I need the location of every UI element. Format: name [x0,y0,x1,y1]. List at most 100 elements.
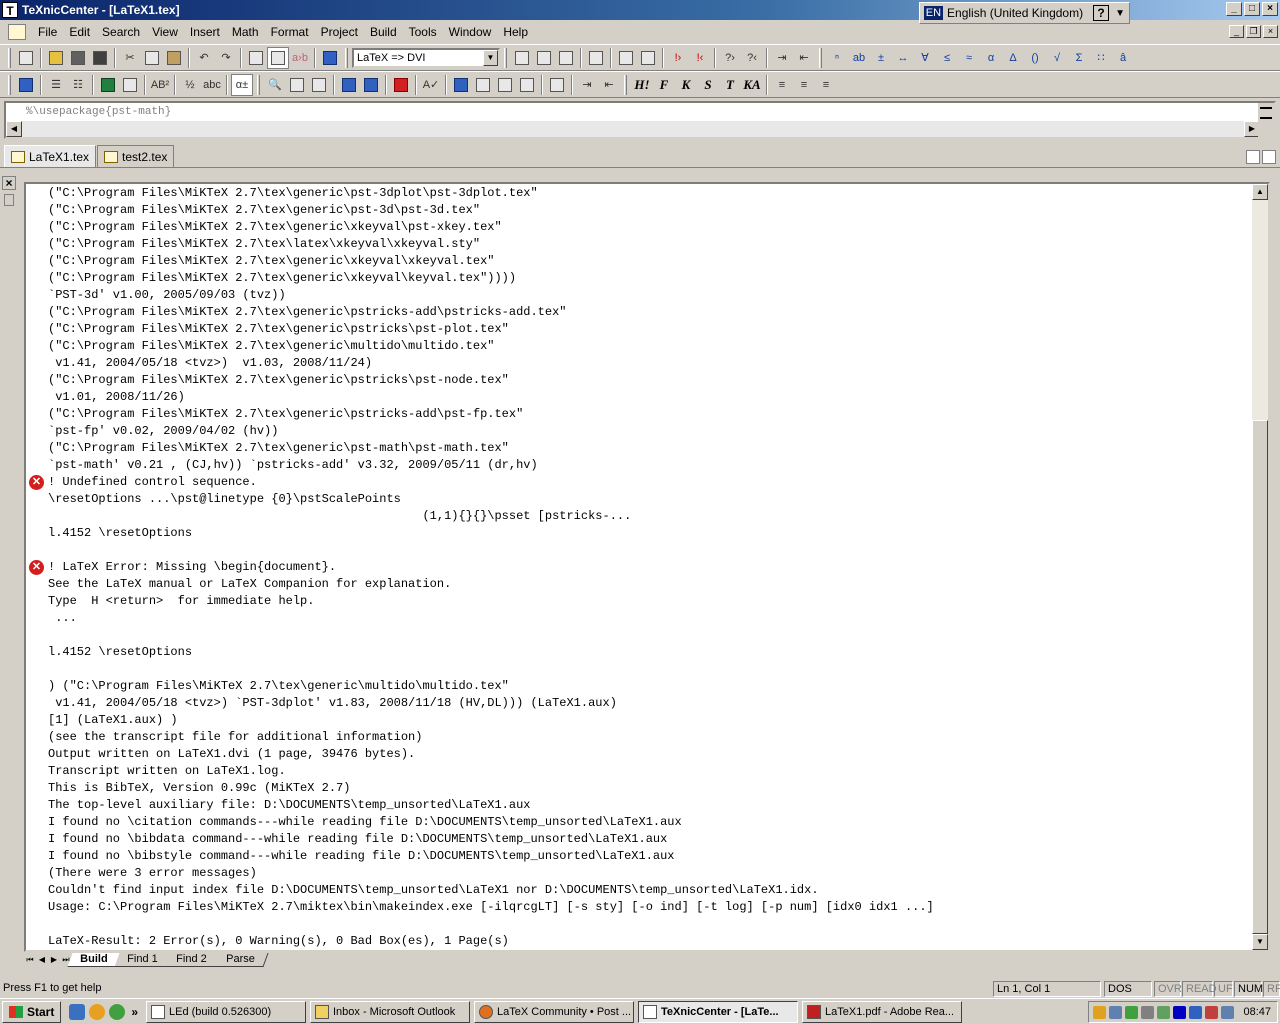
math-symbol-icon[interactable]: ∀ [914,47,936,69]
maximize-button[interactable]: □ [1244,2,1260,16]
task-adobe-reader[interactable]: LaTeX1.pdf - Adobe Rea... [802,1001,962,1023]
task-outlook[interactable]: Inbox - Microsoft Outlook [310,1001,470,1023]
toolbar-grip[interactable] [624,74,627,95]
task-browser[interactable]: LaTeX Community • Post ... [474,1001,634,1023]
copy-icon[interactable] [141,47,163,69]
pane-grip-icon[interactable] [4,194,14,206]
bookmark-next-icon[interactable] [338,74,360,96]
output-error-line[interactable]: ✕ ! LaTeX Error: Missing \begin{document}… [26,559,1254,576]
math-symbol-icon[interactable]: α [980,47,1002,69]
new-file-icon[interactable] [15,47,37,69]
math-symbol-icon[interactable]: ≈ [958,47,980,69]
chevron-down-icon[interactable]: ▼ [483,49,498,66]
task-led[interactable]: LEd (build 0.526300) [146,1001,306,1023]
toggle-bookmark-icon[interactable] [450,74,472,96]
find-next-icon[interactable] [286,74,308,96]
numbered-list-icon[interactable]: ☷ [67,74,89,96]
editor-split-handle[interactable] [1258,103,1274,137]
previous-warning-icon[interactable]: ?‹ [741,47,763,69]
math-abc-icon[interactable]: abc [201,74,223,96]
close-button[interactable]: × [1262,2,1278,16]
math-symbol-icon[interactable]: ↔ [892,47,914,69]
editor-line[interactable]: %\usepackage{pst-math} [26,106,171,118]
stop-build-icon[interactable] [637,47,659,69]
math-symbol-icon[interactable]: â [1112,47,1134,69]
doc-close-button[interactable]: × [1263,25,1278,38]
task-texniccenter[interactable]: TeXnicCenter - [LaTe... [638,1001,798,1023]
indent-icon[interactable]: ⇥ [576,74,598,96]
menu-tools[interactable]: Tools [403,23,443,41]
document-icon[interactable] [8,24,26,40]
more-chevron-icon[interactable]: » [131,1005,138,1019]
superscript-icon[interactable]: AB² [149,74,171,96]
replace-icon[interactable]: a›b [289,47,311,69]
build-icon[interactable] [511,47,533,69]
tray-icon[interactable] [1221,1005,1234,1019]
project-icon[interactable] [319,47,341,69]
tray-icon[interactable] [1093,1005,1106,1019]
close-pane-icon[interactable]: × [2,176,16,190]
output-vertical-scrollbar[interactable]: ▲ ▼ [1252,184,1268,950]
tray-icon[interactable] [1205,1005,1218,1019]
doc-minimize-button[interactable]: _ [1229,25,1244,38]
previous-tab-icon[interactable]: ◀ [36,954,48,966]
math-symbol-icon[interactable]: Δ [1002,47,1024,69]
slanted-button[interactable]: S [697,74,719,96]
toolbar-grip[interactable] [345,47,348,68]
math-symbol-icon[interactable]: () [1024,47,1046,69]
toolbar-grip[interactable] [8,74,11,95]
clear-bookmarks-icon[interactable] [516,74,538,96]
first-tab-icon[interactable]: ⏮ [24,954,36,966]
quick-launch-app-icon[interactable] [109,1003,126,1020]
menu-build[interactable]: Build [364,23,403,41]
clean-icon[interactable] [555,47,577,69]
toolbar-grip[interactable] [257,74,260,95]
tab-parse[interactable]: Parse [213,953,268,967]
menu-help[interactable]: Help [497,23,534,41]
save-all-icon[interactable] [89,47,111,69]
go-to-icon[interactable] [546,74,568,96]
math-mode-icon[interactable]: α± [231,73,253,96]
bold-button[interactable]: F [653,74,675,96]
spellcheck-icon[interactable]: A✓ [420,74,442,96]
undo-icon[interactable]: ↶ [193,47,215,69]
paste-icon[interactable] [163,47,185,69]
find-in-files-icon[interactable] [267,46,289,69]
tab-find-2[interactable]: Find 2 [163,953,221,967]
small-caps-button[interactable]: KA [741,74,763,96]
heading-button[interactable]: H! [631,74,653,96]
scroll-up-icon[interactable]: ▲ [1252,184,1268,200]
next-error-icon[interactable]: !› [667,47,689,69]
insert-table-icon[interactable] [119,74,141,96]
toolbar-grip[interactable] [819,47,822,68]
next-tab-icon[interactable]: ▶ [48,954,60,966]
math-symbol-icon[interactable]: ab [848,47,870,69]
menu-insert[interactable]: Insert [184,23,226,41]
doc-restore-button[interactable]: ❐ [1246,25,1261,38]
build-view-icon[interactable] [615,47,637,69]
scrollbar-thumb[interactable] [1252,420,1268,934]
build-current-icon[interactable] [533,47,555,69]
find-previous-icon[interactable] [308,74,330,96]
internet-explorer-icon[interactable] [69,1003,86,1020]
structure-icon[interactable] [15,74,37,96]
math-symbol-icon[interactable]: ≤ [936,47,958,69]
find-icon[interactable]: 🔍 [264,74,286,96]
window-icon[interactable] [245,47,267,69]
tray-icon[interactable] [1141,1005,1154,1019]
menu-format[interactable]: Format [265,23,315,41]
editor-horizontal-scrollbar[interactable]: ◀ ▶ [6,121,1260,137]
tab-scroll-right-button[interactable] [1262,150,1276,164]
menu-math[interactable]: Math [226,23,265,41]
tab-build[interactable]: Build [67,953,122,967]
italic-button[interactable]: K [675,74,697,96]
math-symbol-icon[interactable]: ± [870,47,892,69]
fraction-icon[interactable]: ½ [179,74,201,96]
math-symbol-icon[interactable]: Σ [1068,47,1090,69]
bullet-list-icon[interactable]: ☰ [45,74,67,96]
math-symbol-icon[interactable]: ∷ [1090,47,1112,69]
next-bookmark-icon[interactable] [472,74,494,96]
minimize-button[interactable]: _ [1226,2,1242,16]
editor-area[interactable]: %\usepackage{pst-math} ◀ ▶ [4,101,1276,139]
next-warning-icon[interactable]: ?› [719,47,741,69]
